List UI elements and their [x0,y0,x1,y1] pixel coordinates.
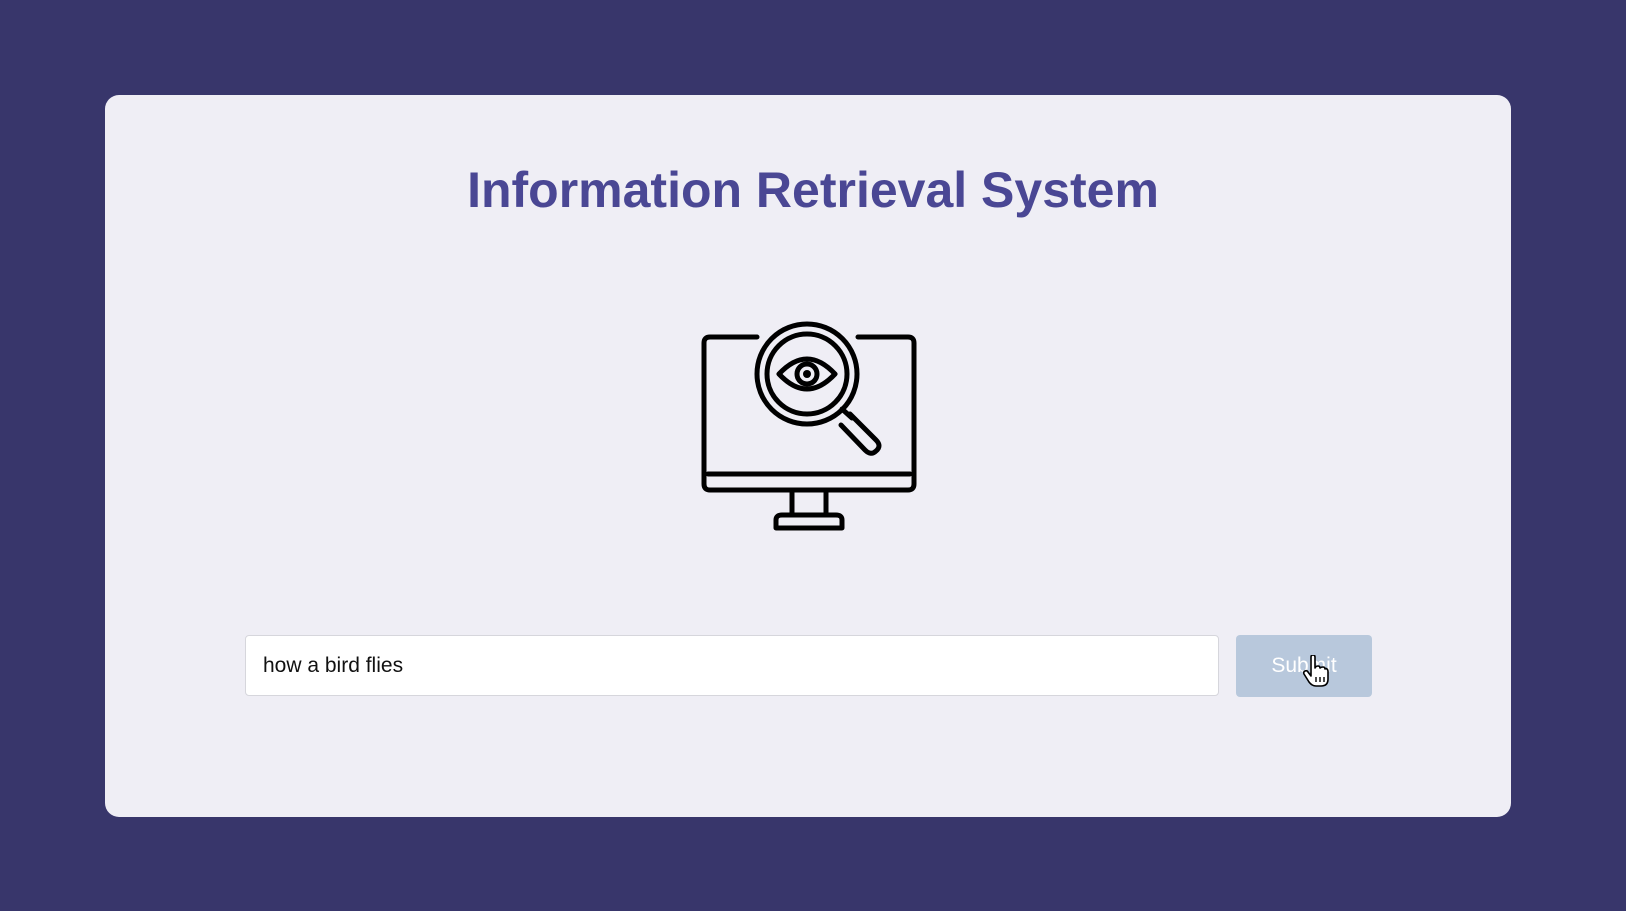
monitor-magnifier-eye-icon [701,321,917,531]
submit-button[interactable]: Submit [1236,635,1372,697]
page-title: Information Retrieval System [467,162,1159,218]
page-background: Information Retrieval System Submit [0,0,1626,911]
search-input[interactable] [245,635,1219,696]
